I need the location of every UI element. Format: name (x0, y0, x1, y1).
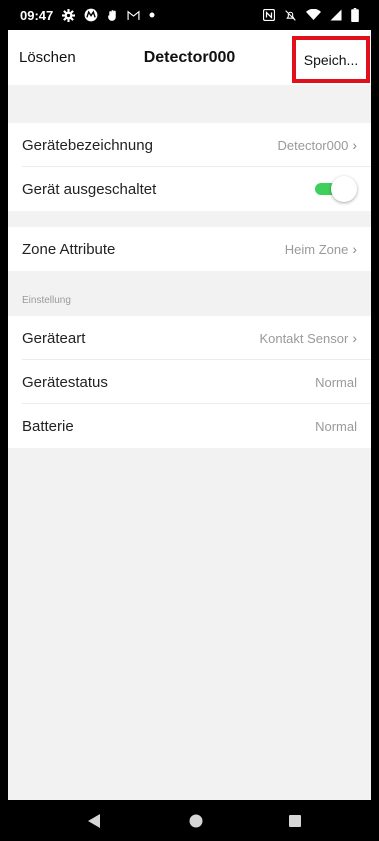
hand-icon (108, 9, 116, 21)
save-button[interactable]: Speich... (292, 36, 370, 83)
device-status-label: Gerätestatus (22, 373, 108, 391)
chevron-right-icon: › (352, 241, 357, 257)
app-screen: Löschen Detector000 Speich... Gerätebeze… (8, 30, 371, 800)
home-icon[interactable] (189, 814, 203, 827)
phone-frame: 09:47 Löschen Detector000 Speich... Gerä… (0, 0, 379, 841)
battery-icon (351, 8, 359, 22)
motorola-icon (84, 8, 98, 22)
battery-label: Batterie (22, 417, 74, 435)
device-type-label: Geräteart (22, 329, 86, 347)
battery-value: Normal (315, 418, 357, 434)
mute-icon (285, 9, 296, 21)
android-nav-bar (8, 800, 371, 841)
settings-icon (62, 8, 76, 22)
zone-attribute-label: Zone Attribute (22, 240, 116, 258)
back-icon[interactable] (88, 813, 100, 828)
dot-icon (149, 12, 155, 18)
device-type-value: Kontakt Sensor (259, 330, 349, 346)
recent-apps-icon[interactable] (289, 814, 301, 827)
device-name-label: Gerätebezeichnung (22, 136, 153, 154)
zone-attribute-value: Heim Zone (284, 241, 349, 257)
device-name-value: Detector000 (277, 137, 349, 153)
toggle-knob (331, 176, 357, 202)
device-status-value: Normal (315, 374, 357, 390)
zone-attribute-row[interactable]: Zone Attribute Heim Zone › (8, 227, 371, 271)
device-off-label: Gerät ausgeschaltet (22, 180, 157, 198)
signal-icon (330, 9, 342, 21)
zone-group: Zone Attribute Heim Zone › (8, 227, 371, 271)
save-button-label: Speich... (303, 51, 359, 68)
battery-row: Batterie Normal (8, 404, 371, 448)
device-group: Gerätebezeichnung Detector000 › Gerät au… (8, 123, 371, 211)
device-status-row: Gerätestatus Normal (8, 360, 371, 404)
status-bar: 09:47 (8, 0, 371, 30)
wifi-icon (306, 9, 321, 20)
chevron-right-icon: › (352, 137, 357, 153)
chevron-right-icon: › (352, 330, 357, 346)
section-caption-settings: Einstellung (22, 295, 71, 306)
nfc-icon (263, 9, 275, 21)
settings-group: Geräteart Kontakt Sensor › Gerätestatus … (8, 316, 371, 448)
nav-header: Löschen Detector000 Speich... (8, 30, 371, 85)
device-off-toggle[interactable] (309, 176, 357, 202)
device-type-row[interactable]: Geräteart Kontakt Sensor › (8, 316, 371, 360)
device-off-row: Gerät ausgeschaltet (8, 167, 371, 211)
status-time: 09:47 (20, 7, 54, 23)
delete-button[interactable]: Löschen (19, 49, 76, 66)
device-name-row[interactable]: Gerätebezeichnung Detector000 › (8, 123, 371, 167)
gmail-icon (127, 9, 140, 20)
